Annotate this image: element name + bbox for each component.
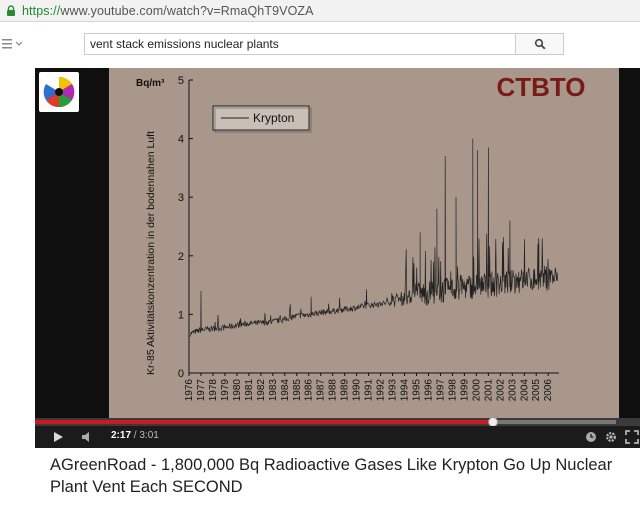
progress-buffered xyxy=(492,420,616,424)
guide-menu-icon[interactable] xyxy=(2,38,22,50)
x-tick-label: 1987 xyxy=(316,379,327,402)
x-tick-label: 2001 xyxy=(483,379,494,402)
x-tick-label: 1978 xyxy=(208,379,219,402)
x-tick-label: 1999 xyxy=(459,379,470,402)
x-tick-label: 1980 xyxy=(232,379,243,402)
video-frame[interactable]: 012345 1976 1977 1978 1979 1980 1981 1982 1983 1… xyxy=(35,68,640,418)
y-tick-label: 1 xyxy=(178,309,184,321)
x-tick-label: 1986 xyxy=(304,379,315,402)
watch-later-icon[interactable] xyxy=(584,430,598,444)
time-current: 2:17 xyxy=(111,430,132,441)
x-tick-label: 2002 xyxy=(495,379,506,402)
x-tick-label: 1996 xyxy=(423,379,434,402)
x-tick-label: 1984 xyxy=(280,379,291,402)
x-tick-label: 1989 xyxy=(340,379,351,402)
x-tick-label: 1992 xyxy=(376,379,387,402)
legend-label-krypton: Krypton xyxy=(253,111,294,125)
x-tick-label: 1981 xyxy=(244,379,255,402)
lock-icon xyxy=(7,4,15,16)
y-tick-label: 2 xyxy=(178,251,184,263)
youtube-header xyxy=(0,22,640,68)
video-player[interactable]: 012345 1976 1977 1978 1979 1980 1981 1982 1983 1… xyxy=(35,68,640,448)
x-tick-label: 2006 xyxy=(543,379,554,402)
time-display: 2:17 / 3:01 xyxy=(111,430,159,441)
x-tick-label: 2004 xyxy=(519,379,530,402)
x-tick-labels: 1976 1977 1978 1979 1980 1981 1982 1983 1984 1985… xyxy=(184,379,554,402)
x-tick-label: 1988 xyxy=(328,379,339,402)
search-input[interactable] xyxy=(84,33,516,55)
y-tick-label: 4 xyxy=(178,134,184,146)
x-tick-label: 1979 xyxy=(220,379,231,402)
x-tick-label: 1976 xyxy=(184,379,195,402)
x-tick-label: 1983 xyxy=(268,379,279,402)
url-text[interactable]: https://www.youtube.com/watch?v=RmaQhT9V… xyxy=(22,4,314,18)
x-tick-label: 1985 xyxy=(292,379,303,402)
x-tick-label: 2003 xyxy=(507,379,518,402)
y-tick-label: 3 xyxy=(178,192,184,204)
ctbto-watermark: CTBTO xyxy=(496,72,585,102)
x-tick-label: 1982 xyxy=(256,379,267,402)
url-scheme: https:// xyxy=(22,3,61,18)
fullscreen-icon[interactable] xyxy=(625,430,639,444)
krypton-series xyxy=(189,138,558,337)
progress-bar[interactable] xyxy=(35,417,640,427)
y-tick-label: 5 xyxy=(178,75,184,87)
krypton-line xyxy=(189,138,558,337)
y-axis-label: Kr-85 Aktivitätskonzentration in der bod… xyxy=(145,131,157,375)
y-tick-labels: 0 1 2 3 4 5 xyxy=(178,75,184,380)
x-tick-label: 1997 xyxy=(435,379,446,402)
y-axis-unit: Bq/m³ xyxy=(136,78,165,89)
time-total: 3:01 xyxy=(139,430,159,441)
control-bar: 2:17 / 3:01 xyxy=(35,426,640,448)
volume-icon[interactable] xyxy=(80,430,94,444)
chart-slide: 012345 1976 1977 1978 1979 1980 1981 1982 1983 1… xyxy=(109,68,619,418)
video-title: AGreenRoad - 1,800,000 Bq Radioactive Ga… xyxy=(50,456,613,496)
x-tick-label: 1991 xyxy=(364,379,375,402)
url-host-path: www.youtube.com/watch?v=RmaQhT9VOZA xyxy=(60,3,314,18)
y-tick-label: 0 xyxy=(178,368,184,380)
x-tick-label: 1995 xyxy=(412,379,423,402)
x-tick-label: 1990 xyxy=(352,379,363,402)
search-icon xyxy=(534,38,545,50)
channel-logo xyxy=(39,72,79,112)
browser-address-bar[interactable]: https://www.youtube.com/watch?v=RmaQhT9V… xyxy=(0,0,640,22)
x-tick-label: 1994 xyxy=(400,379,411,402)
x-tick-label: 1998 xyxy=(447,379,458,402)
x-tick-label: 2005 xyxy=(531,379,542,402)
x-tick-label: 2000 xyxy=(471,379,482,402)
settings-gear-icon[interactable] xyxy=(604,430,618,444)
krypton-chart: 012345 1976 1977 1978 1979 1980 1981 1982 1983 1… xyxy=(136,72,586,402)
x-tick-label: 1993 xyxy=(388,379,399,402)
play-icon[interactable] xyxy=(51,430,65,444)
search-button[interactable] xyxy=(515,33,564,55)
chart-legend: Krypton xyxy=(212,105,312,133)
x-tick-label: 1977 xyxy=(196,379,207,402)
progress-played xyxy=(35,420,493,424)
